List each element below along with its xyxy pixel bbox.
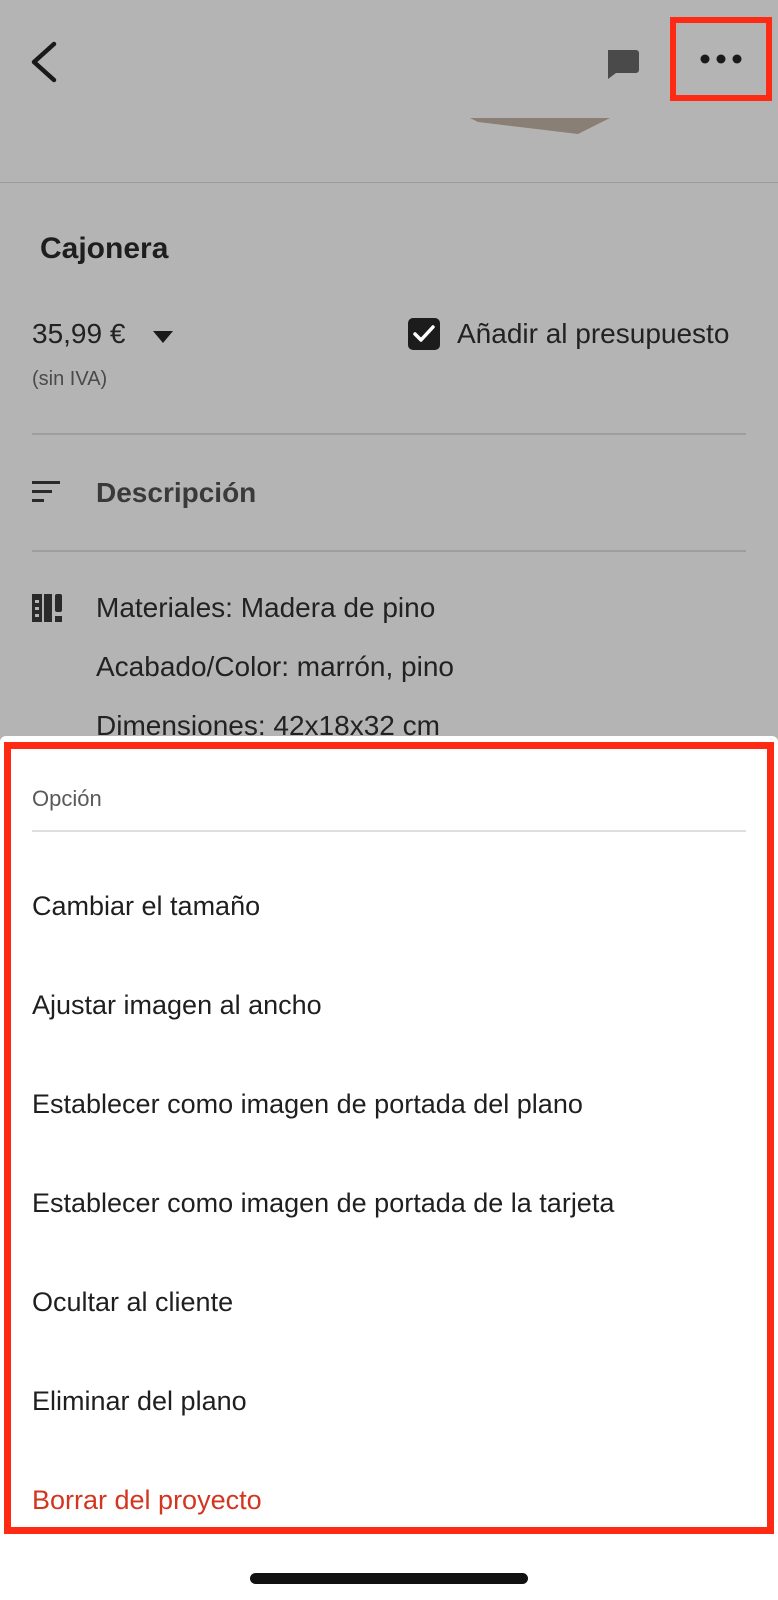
price-tax-note: (sin IVA) [32,368,108,390]
menu-item-remove-from-plan[interactable]: Eliminar del plano [32,1371,746,1431]
menu-item-resize[interactable]: Cambiar el tamaño [32,876,746,936]
menu-item-delete-from-project[interactable]: Borrar del proyecto [32,1470,746,1530]
caret-down-icon[interactable] [152,330,174,344]
back-button[interactable] [22,34,70,90]
more-horizontal-icon [700,54,742,64]
menu-item-set-card-cover[interactable]: Establecer como imagen de portada de la … [32,1173,746,1233]
checkmark-icon [413,325,435,342]
divider [32,433,746,435]
home-indicator[interactable] [250,1573,528,1584]
chevron-left-icon [31,41,57,83]
product-image[interactable] [0,118,778,183]
menu-item-set-plan-cover[interactable]: Establecer como imagen de portada del pl… [32,1074,746,1134]
chat-bubble-icon [608,50,639,79]
product-title: Cajonera [40,232,169,265]
sheet-divider [32,830,746,832]
divider [32,550,746,552]
description-lines-icon [32,481,60,502]
menu-item-fit-width[interactable]: Ajustar imagen al ancho [32,975,746,1035]
top-bar [0,0,778,118]
sheet-title: Opción [32,786,102,811]
budget-checkbox[interactable] [408,318,440,350]
specifications-icon [32,594,62,622]
spec-finish-color: Acabado/Color: marrón, pino [96,651,454,682]
chat-button[interactable] [600,44,644,84]
more-options-button[interactable] [670,17,772,101]
budget-label[interactable]: Añadir al presupuesto [457,318,729,350]
product-image-shape [470,118,610,134]
price-value[interactable]: 35,99 € [32,318,125,350]
menu-item-hide-from-client[interactable]: Ocultar al cliente [32,1272,746,1332]
description-toggle[interactable]: Descripción [96,477,256,509]
spec-materials: Materiales: Madera de pino [96,592,436,623]
